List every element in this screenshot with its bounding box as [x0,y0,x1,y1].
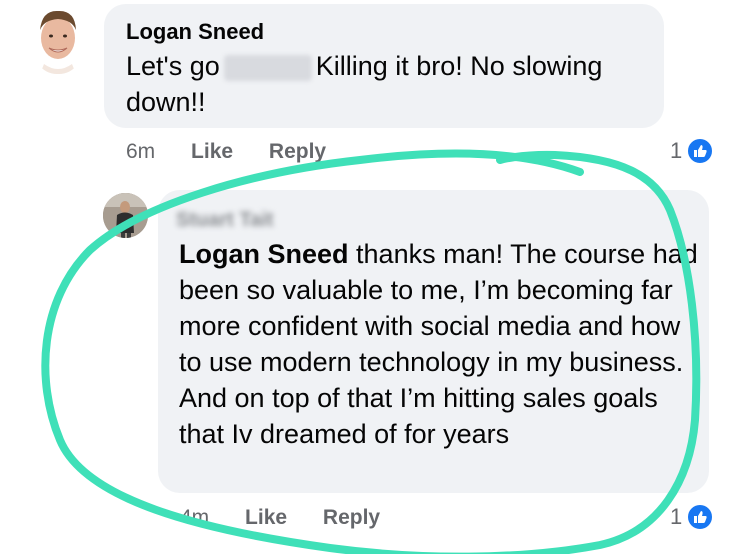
avatar-reply-author[interactable] [103,193,148,238]
reply-button[interactable]: Reply [269,140,326,163]
reaction-count: 1 [670,138,683,163]
reply-author[interactable]: Stuart Tait [176,206,296,232]
avatar-logan-sneed[interactable] [30,4,86,74]
reply-reaction-summary[interactable]: 1 [670,503,715,531]
comment-text-before: Let's go [126,51,220,81]
comment-author[interactable]: Logan Sneed [126,19,264,45]
comment-actions: 6m Like Reply [126,140,356,164]
reply-actions: 4m Like Reply [180,506,410,530]
reply-time[interactable]: 4m [180,506,209,529]
reply-body: thanks man! The course had been so valua… [179,239,698,449]
mention-link[interactable]: Logan Sneed [179,239,349,269]
comment-time[interactable]: 6m [126,140,155,163]
comment-text: Let's go Killing it bro! No slowing down!… [126,48,656,120]
reply-like-button[interactable]: Like [245,506,287,529]
thumbs-up-icon [686,137,715,165]
reply-author-name-blurred: Stuart Tait [176,209,274,231]
reply-reaction-count: 1 [670,504,683,529]
thumbs-up-icon [686,503,715,531]
redacted-name [223,54,312,81]
like-button[interactable]: Like [191,140,233,163]
reply-text: Logan Sneed thanks man! The course had b… [179,236,699,452]
reaction-summary[interactable]: 1 [670,137,715,165]
reply-reply-button[interactable]: Reply [323,506,380,529]
